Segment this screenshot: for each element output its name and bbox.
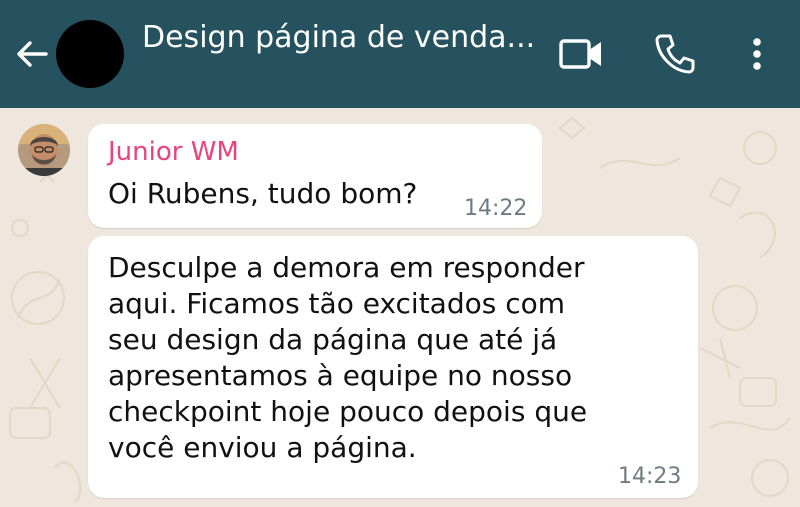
message-line: apresentamos à equipe no nosso [108, 359, 573, 392]
message-text: Oi Rubens, tudo bom? [108, 177, 418, 210]
message-time: 14:23 [618, 464, 682, 489]
message-line: aqui. Ficamos tão excitados com [108, 287, 566, 320]
more-options-icon[interactable] [744, 34, 770, 74]
message-bubble[interactable]: Junior WM Oi Rubens, tudo bom? 14:22 [88, 124, 542, 228]
message-time: 14:22 [464, 196, 528, 221]
message-bubble[interactable]: Desculpe a demora em responder aqui. Fic… [88, 236, 698, 498]
chat-header: Design página de venda... [0, 0, 800, 108]
chat-title[interactable]: Design página de venda... [142, 18, 542, 58]
back-arrow-icon[interactable] [14, 36, 50, 72]
message-text: Desculpe a demora em responder aqui. Fic… [108, 250, 648, 466]
phone-call-icon[interactable] [655, 32, 695, 74]
video-call-icon[interactable] [558, 36, 604, 72]
sender-name: Junior WM [108, 137, 239, 167]
contact-avatar[interactable] [56, 20, 124, 88]
message-line: você enviou a página. [108, 431, 417, 464]
message-line: seu design da página que até já [108, 323, 558, 356]
sender-avatar[interactable] [18, 124, 70, 176]
message-line: checkpoint hoje pouco depois que [108, 395, 588, 428]
message-line: Desculpe a demora em responder [108, 251, 585, 284]
